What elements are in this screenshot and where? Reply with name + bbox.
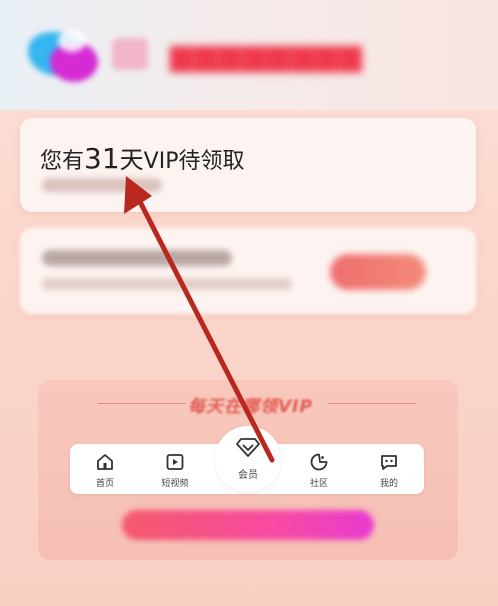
tab-community-label: 社区 — [309, 479, 328, 489]
app-header: ▆▆▆▆▆▆▆▆ — [0, 0, 498, 110]
download-app-card[interactable] — [20, 228, 476, 314]
vip-claim-subtitle-blurred — [42, 178, 162, 192]
vip-claim-title: 您有31天VIP待领取 — [40, 142, 245, 175]
promo-divider-right — [328, 403, 416, 404]
promo-title: 每天在哪领VIP — [188, 397, 313, 417]
app-logo — [28, 22, 108, 88]
tab-mine-label: 我的 — [379, 479, 398, 489]
tab-short-video-label: 短视频 — [161, 479, 189, 489]
tab-short-video[interactable]: 短视频 — [140, 444, 210, 494]
video-icon — [166, 454, 184, 470]
diamond-icon — [236, 438, 260, 457]
download-card-title-blurred — [42, 250, 232, 266]
home-icon — [97, 454, 113, 470]
brand-badge-icon — [112, 38, 148, 70]
tab-home[interactable]: 首页 — [70, 444, 140, 494]
community-icon — [310, 453, 328, 471]
tab-community[interactable]: 社区 — [284, 444, 354, 494]
profile-icon — [381, 455, 397, 470]
header-title-blurred: ▆▆▆▆▆▆▆▆ — [170, 38, 363, 73]
vip-claim-card[interactable]: 您有31天VIP待领取 — [20, 118, 476, 212]
tab-mine[interactable]: 我的 — [354, 444, 424, 494]
promo-cta-button[interactable] — [122, 510, 374, 540]
download-card-button[interactable] — [330, 254, 426, 290]
tab-member-label: 会员 — [238, 470, 258, 481]
tab-member[interactable]: 会员 — [215, 426, 281, 492]
download-card-subtitle-blurred — [42, 278, 292, 290]
promo-divider-left — [98, 403, 186, 404]
tab-home-label: 首页 — [95, 479, 114, 489]
